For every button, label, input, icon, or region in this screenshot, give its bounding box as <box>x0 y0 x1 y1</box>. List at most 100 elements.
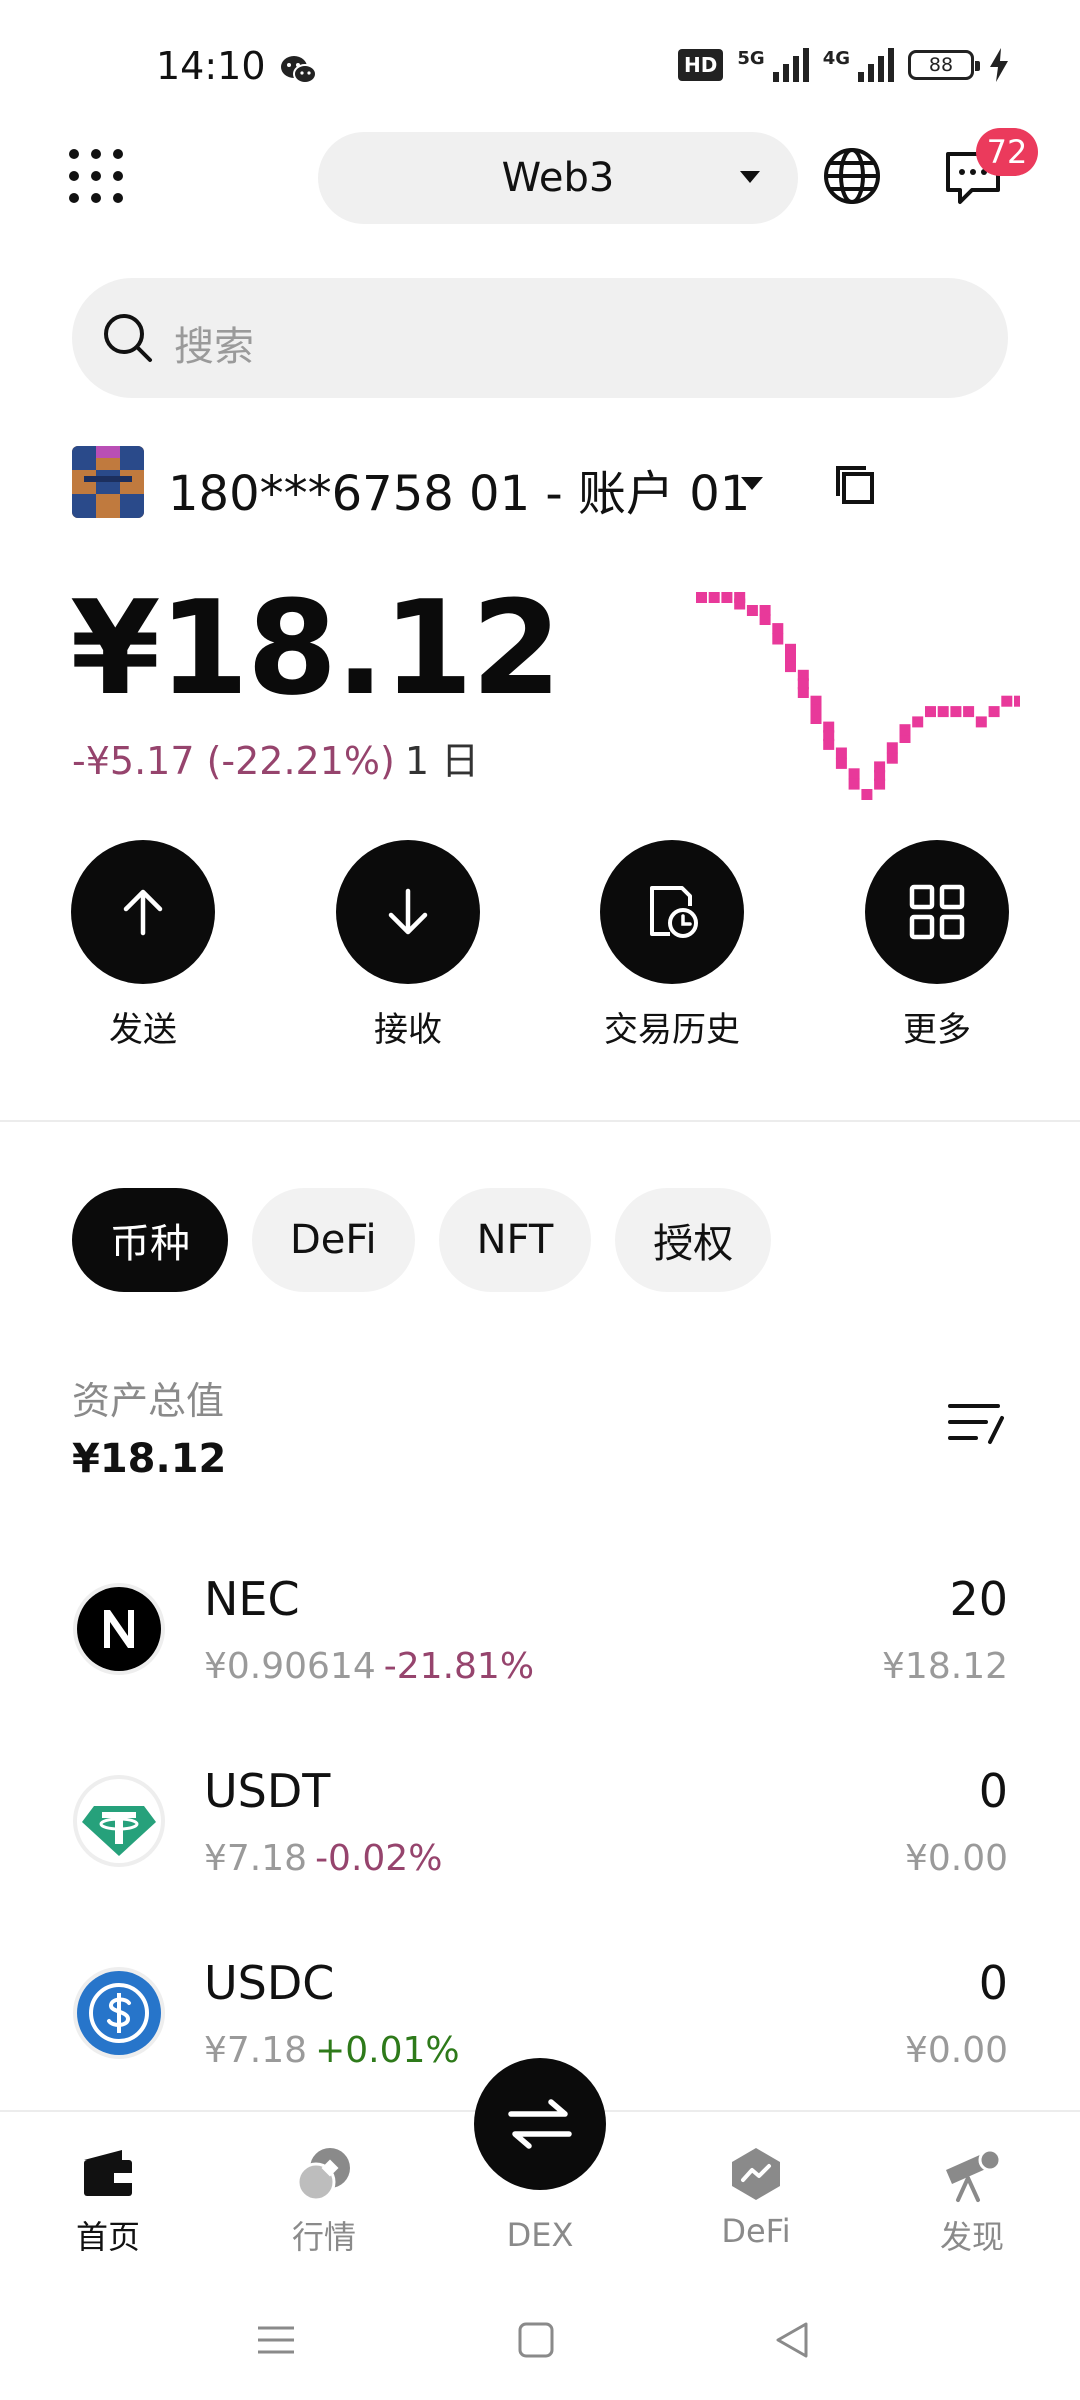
top-bar: Web3 72 <box>0 128 1080 228</box>
sparkline-point <box>950 706 962 718</box>
history-circle[interactable] <box>600 840 744 984</box>
total-balance: ¥18.12 <box>70 572 562 724</box>
status-time: 14:10 <box>156 44 266 88</box>
send-circle[interactable] <box>71 840 215 984</box>
sort-icon[interactable] <box>946 1398 1006 1448</box>
sparkline-point <box>848 778 860 790</box>
asset-price-row: ¥7.18 -0.02% <box>204 1838 442 1879</box>
nav-dex[interactable]: DEX <box>460 2208 620 2254</box>
section-divider <box>0 1120 1080 1122</box>
search-icon <box>104 314 152 362</box>
apps-grid-icon[interactable] <box>66 146 126 206</box>
balance-change-row: -¥5.17 (-22.21%) 1 日 <box>72 730 479 785</box>
battery-level: 88 <box>928 54 954 76</box>
nav-home-label: 首页 <box>75 2218 140 2256</box>
defi-icon <box>732 2148 780 2200</box>
asset-price: ¥7.18 <box>204 1838 308 1879</box>
network-label: Web3 <box>501 155 615 201</box>
sparkline-point <box>848 768 860 780</box>
tab-nft[interactable]: NFT <box>438 1188 592 1292</box>
receive-label: 接收 <box>374 1010 442 1050</box>
nav-dex-label: DEX <box>506 2216 574 2254</box>
sparkline-point <box>797 687 809 698</box>
asset-amount: 0 <box>978 1764 1008 1818</box>
status-indicators: HD 5G 4G 88 <box>678 48 1010 82</box>
sparkline-point <box>937 706 949 718</box>
sparkline-point <box>835 747 847 759</box>
nec-token-icon <box>73 1583 165 1675</box>
receive-circle[interactable] <box>336 840 480 984</box>
receive-button[interactable]: 接收 <box>313 840 503 1051</box>
nav-market[interactable]: 行情 <box>244 2144 404 2258</box>
asset-change: +0.01% <box>315 2030 460 2071</box>
history-button[interactable]: 交易历史 <box>577 840 767 1051</box>
sparkline-point <box>912 716 924 728</box>
system-nav <box>0 2290 1080 2400</box>
sparkline-point <box>886 742 898 754</box>
tab-defi[interactable]: DeFi <box>252 1188 415 1292</box>
tab-tokens[interactable]: 币种 <box>72 1188 228 1292</box>
telescope-icon <box>946 2148 1002 2202</box>
balance-change: -¥5.17 (-22.21%) <box>72 739 395 783</box>
asset-amount: 0 <box>978 1956 1008 2010</box>
nav-home[interactable]: 首页 <box>28 2144 188 2258</box>
more-label: 更多 <box>903 1010 971 1050</box>
history-label: 交易历史 <box>604 1010 740 1050</box>
search-placeholder: 搜索 <box>174 324 254 370</box>
balance-sparkline <box>696 592 1020 800</box>
asset-value: ¥0.00 <box>904 2030 1008 2071</box>
usdt-token-icon <box>73 1775 165 1867</box>
asset-price: ¥7.18 <box>204 2030 308 2071</box>
menu-icon[interactable] <box>256 2320 296 2360</box>
nav-discover[interactable]: 发现 <box>892 2144 1052 2258</box>
account-name: 180***6758 01 - 账户 01 <box>168 466 751 522</box>
tab-approvals[interactable]: 授权 <box>615 1188 772 1292</box>
sparkline-point <box>708 592 720 603</box>
more-button[interactable]: 更多 <box>842 840 1032 1051</box>
more-circle[interactable] <box>865 840 1009 984</box>
signal-icon <box>858 48 894 82</box>
nav-defi[interactable]: DeFi <box>676 2144 836 2250</box>
send-button[interactable]: 发送 <box>48 840 238 1051</box>
sparkline-point <box>823 738 835 750</box>
copy-icon[interactable] <box>834 464 876 506</box>
sparkline-point <box>696 592 707 603</box>
notification-badge: 72 <box>976 128 1038 176</box>
sparkline-point <box>734 598 746 610</box>
send-label: 发送 <box>109 1010 177 1050</box>
asset-row-usdt[interactable]: USDT ¥7.18 -0.02% 0 ¥0.00 <box>0 1752 1080 1912</box>
dex-swap-button[interactable] <box>474 2058 606 2190</box>
sparkline-point <box>1014 695 1020 707</box>
network-selector[interactable]: Web3 <box>318 132 798 224</box>
sparkline-point <box>772 623 784 635</box>
back-icon[interactable] <box>772 2320 812 2360</box>
asset-symbol: USDC <box>204 1956 335 2010</box>
asset-price: ¥0.90614 <box>204 1646 376 1687</box>
sparkline-point <box>886 752 898 764</box>
balance-period: 1 日 <box>404 739 480 783</box>
total-assets-value: ¥18.12 <box>72 1436 227 1482</box>
globe-icon[interactable] <box>822 146 882 206</box>
search-bar[interactable]: 搜索 <box>72 278 1008 398</box>
sparkline-point <box>861 789 873 800</box>
arrow-down-icon <box>388 888 428 935</box>
asset-price-row: ¥0.90614 -21.81% <box>204 1646 534 1687</box>
sparkline-point <box>963 706 975 718</box>
status-bar: 14:10 HD 5G 4G 88 <box>0 0 1080 140</box>
sparkline-point <box>721 592 733 603</box>
asset-symbol: NEC <box>204 1572 300 1626</box>
sparkline-point <box>810 713 822 724</box>
home-icon[interactable] <box>516 2320 556 2360</box>
sparkline-point <box>759 614 771 625</box>
account-selector[interactable]: 180***6758 01 - 账户 01 <box>72 444 1012 524</box>
market-icon <box>296 2148 350 2202</box>
sparkline-point <box>988 706 1000 718</box>
asset-change: -21.81% <box>383 1646 535 1687</box>
asset-row-nec[interactable]: NEC ¥0.90614 -21.81% 20 ¥18.12 <box>0 1560 1080 1720</box>
asset-tabs: 币种 DeFi NFT 授权 <box>72 1188 772 1292</box>
sparkline-point <box>746 605 758 616</box>
avatar <box>72 446 144 518</box>
chevron-down-icon <box>740 171 760 183</box>
sparkline-point <box>1001 695 1013 707</box>
sparkline-point <box>785 661 796 673</box>
